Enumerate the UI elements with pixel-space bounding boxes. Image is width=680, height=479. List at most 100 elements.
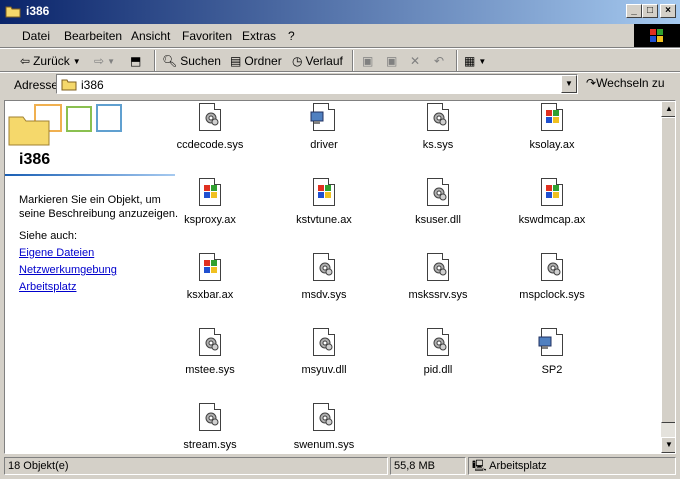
menu-bearbeiten[interactable]: Bearbeiten	[64, 29, 122, 43]
file-name: pid.dll	[423, 364, 453, 376]
gear-file-icon	[424, 328, 452, 360]
windows-file-icon	[538, 103, 566, 135]
file-item[interactable]: kstvtune.ax	[279, 178, 369, 248]
file-item[interactable]: ksuser.dll	[393, 178, 483, 248]
maximize-button[interactable]: □	[642, 4, 658, 18]
link-netzwerkumgebung[interactable]: Netzwerkumgebung	[19, 264, 117, 276]
file-name: ksolay.ax	[529, 139, 575, 151]
file-name: SP2	[541, 364, 563, 376]
chevron-down-icon: ▼	[478, 56, 487, 66]
go-button[interactable]: ↷Wechseln zu	[586, 76, 665, 90]
computer-icon: 🖳︎	[472, 460, 487, 472]
file-item[interactable]: driver	[279, 103, 369, 173]
address-dropdown-button[interactable]: ▼	[561, 75, 577, 93]
gear-file-icon	[424, 253, 452, 285]
status-zone: 🖳︎ Arbeitsplatz	[468, 457, 676, 475]
scroll-up-button[interactable]: ▲	[661, 101, 675, 117]
close-button[interactable]: ×	[660, 4, 676, 18]
file-item[interactable]: ksolay.ax	[507, 103, 597, 173]
window-title: i386	[26, 4, 50, 18]
delete-button[interactable]: ✕	[410, 52, 420, 70]
link-arbeitsplatz[interactable]: Arbeitsplatz	[19, 281, 76, 293]
folders-button[interactable]: ▤ Ordner	[230, 52, 282, 70]
search-button[interactable]: 🔍︎ Suchen	[162, 52, 221, 70]
history-button[interactable]: ◷ Verlauf	[292, 52, 343, 70]
move-to-button[interactable]: ▣	[362, 52, 373, 70]
file-item[interactable]: SP2	[507, 328, 597, 398]
file-name: driver	[310, 139, 338, 151]
menu-ansicht[interactable]: Ansicht	[131, 29, 170, 43]
menu-bar: Datei Bearbeiten Ansicht Favoriten Extra…	[0, 25, 680, 47]
file-name: msdv.sys	[301, 289, 347, 301]
file-name: kswdmcap.ax	[518, 214, 586, 226]
gear-file-icon	[310, 253, 338, 285]
file-name: ccdecode.sys	[176, 139, 244, 151]
folders-icon: ▤	[230, 54, 242, 68]
file-name: mspclock.sys	[519, 289, 585, 301]
file-item[interactable]: msdv.sys	[279, 253, 369, 323]
file-item[interactable]: swenum.sys	[279, 403, 369, 453]
chevron-down-icon: ▼	[107, 56, 115, 66]
forward-button[interactable]: ⇨ ▼	[94, 52, 115, 70]
search-label: Suchen	[180, 54, 221, 68]
menu-favoriten[interactable]: Favoriten	[182, 29, 232, 43]
delete-icon: ✕	[410, 54, 421, 68]
file-name: ksuser.dll	[415, 214, 461, 226]
file-item[interactable]: mskssrv.sys	[393, 253, 483, 323]
undo-button[interactable]: ↶	[434, 52, 444, 70]
history-label: Verlauf	[305, 54, 343, 68]
see-also-label: Siehe auch:	[19, 230, 78, 242]
views-button[interactable]: ▦ ▼	[464, 52, 486, 70]
gear-file-icon	[424, 178, 452, 210]
link-eigene-dateien[interactable]: Eigene Dateien	[19, 247, 94, 259]
go-label: Wechseln zu	[596, 76, 665, 90]
file-item[interactable]: pid.dll	[393, 328, 483, 398]
windows-logo-icon	[634, 24, 680, 48]
file-name: stream.sys	[183, 439, 237, 451]
file-item[interactable]: stream.sys	[165, 403, 255, 453]
title-bar[interactable]: i386 _ □ ×	[0, 0, 680, 24]
up-folder-button[interactable]: ⬒	[130, 52, 141, 70]
forward-arrow-icon: ⇨	[94, 54, 105, 68]
file-item[interactable]: mspclock.sys	[507, 253, 597, 323]
gear-file-icon	[310, 328, 338, 360]
menu-help[interactable]: ?	[288, 29, 295, 43]
file-item[interactable]: msyuv.dll	[279, 328, 369, 398]
menu-extras[interactable]: Extras	[242, 29, 276, 43]
go-arrow-icon: ↷	[586, 76, 597, 90]
file-view[interactable]: i386 Markieren Sie ein Objekt, um seine …	[4, 100, 676, 454]
scroll-down-button[interactable]: ▼	[661, 437, 675, 453]
back-button[interactable]: ⇦ Zurück ▼	[20, 52, 81, 70]
file-item[interactable]: ks.sys	[393, 103, 483, 173]
file-name: ksxbar.ax	[186, 289, 234, 301]
folder-title: i386	[19, 151, 51, 168]
folder-banner-icon	[8, 104, 122, 146]
file-name: mstee.sys	[185, 364, 235, 376]
file-item[interactable]: ksproxy.ax	[165, 178, 255, 248]
web-view-pane: i386 Markieren Sie ein Objekt, um seine …	[5, 101, 181, 453]
scroll-thumb[interactable]	[661, 117, 675, 423]
setup-icon	[538, 328, 566, 360]
file-item[interactable]: mstee.sys	[165, 328, 255, 398]
history-icon: ◷	[292, 54, 303, 68]
windows-file-icon	[310, 178, 338, 210]
file-item[interactable]: kswdmcap.ax	[507, 178, 597, 248]
title-divider	[5, 174, 175, 176]
file-name: kstvtune.ax	[296, 214, 352, 226]
views-icon: ▦	[464, 54, 476, 68]
menu-datei[interactable]: Datei	[22, 29, 50, 43]
copy-to-icon: ▣	[386, 54, 398, 68]
file-name: ksproxy.ax	[184, 214, 236, 226]
copy-to-button[interactable]: ▣	[386, 52, 397, 70]
file-item[interactable]: ccdecode.sys	[165, 103, 255, 173]
file-name: swenum.sys	[293, 439, 355, 451]
status-count: 18 Objekt(e)	[4, 457, 388, 475]
windows-file-icon	[196, 178, 224, 210]
file-item[interactable]: ksxbar.ax	[165, 253, 255, 323]
gear-file-icon	[196, 103, 224, 135]
minimize-button[interactable]: _	[626, 4, 642, 18]
address-input[interactable]: i386 ▼	[56, 74, 578, 94]
file-name: mskssrv.sys	[408, 289, 468, 301]
search-icon: 🔍︎	[162, 54, 178, 68]
vertical-scrollbar[interactable]: ▲ ▼	[661, 101, 675, 453]
